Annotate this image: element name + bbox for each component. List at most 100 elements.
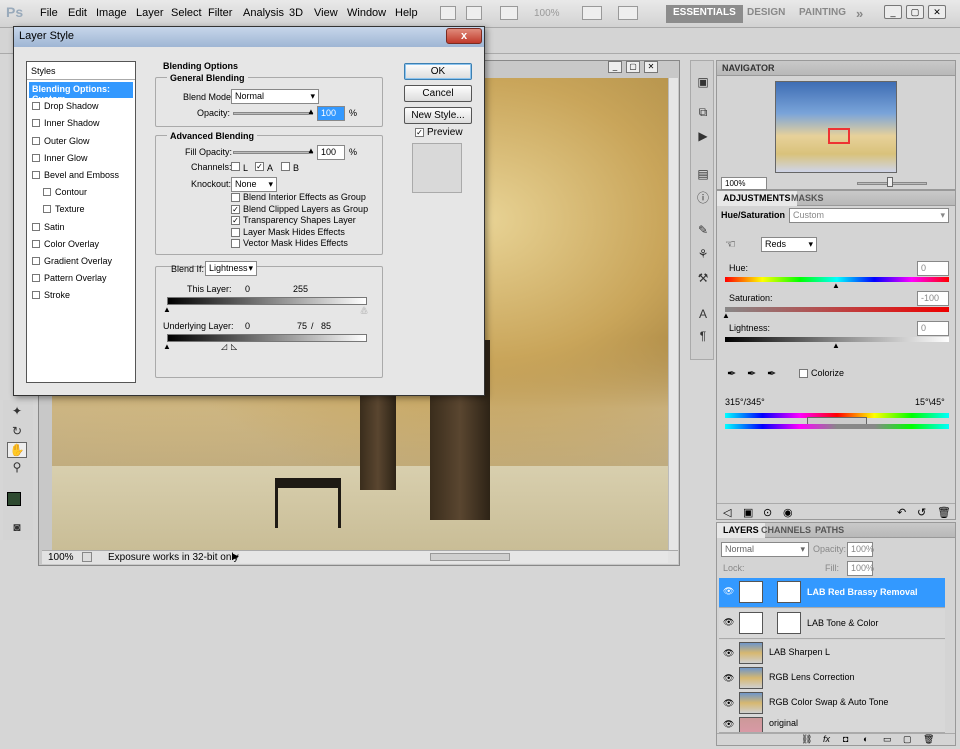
- paragraph-panel-icon[interactable]: ¶: [694, 329, 712, 347]
- eye-icon[interactable]: 👁: [723, 648, 734, 658]
- menu-3d[interactable]: 3D: [289, 7, 303, 19]
- hue-value-field[interactable]: 0: [917, 261, 949, 276]
- layer-mask-thumbnail[interactable]: [777, 612, 801, 634]
- style-checkbox[interactable]: [32, 119, 40, 128]
- status-zoom[interactable]: 100%: [48, 552, 74, 563]
- new-adjustment-icon[interactable]: ◐: [863, 734, 868, 744]
- layer-row[interactable]: 👁 RGB Color Swap & Auto Tone: [719, 690, 945, 716]
- fill-opacity-slider-thumb[interactable]: ▲: [307, 146, 315, 155]
- style-checkbox[interactable]: [43, 205, 51, 214]
- zoom-tool-icon[interactable]: ⚲: [7, 460, 27, 476]
- layer-row[interactable]: 👁 LAB Sharpen L: [719, 640, 945, 666]
- layer-row[interactable]: 👁 LAB Tone & Color: [719, 609, 945, 639]
- lightness-value-field[interactable]: 0: [917, 321, 949, 336]
- menu-filter[interactable]: Filter: [208, 7, 232, 19]
- eyedropper-icon[interactable]: ✒: [727, 367, 736, 380]
- vertical-scrollbar[interactable]: [668, 78, 678, 550]
- previous-state-icon[interactable]: ↶: [897, 506, 906, 519]
- new-layer-icon[interactable]: ▢: [903, 734, 912, 745]
- layer-row[interactable]: 👁 LAB Red Brassy Removal: [719, 578, 945, 608]
- eye-icon[interactable]: 👁: [723, 617, 734, 627]
- clip-icon[interactable]: ⊙: [763, 506, 772, 519]
- style-item[interactable]: Bevel and Emboss: [29, 168, 133, 184]
- extras-icon[interactable]: [500, 6, 518, 20]
- layer-style-icon[interactable]: fx: [823, 734, 830, 744]
- saturation-value-field[interactable]: -100: [917, 291, 949, 306]
- dialog-title[interactable]: Layer Style: [14, 27, 484, 47]
- add-mask-icon[interactable]: ◘: [843, 734, 848, 744]
- navigator-zoom-field[interactable]: 100%: [721, 177, 767, 190]
- style-checkbox[interactable]: [32, 222, 40, 231]
- expanded-view-icon[interactable]: ▣: [743, 506, 753, 519]
- quick-mask-icon[interactable]: ◙: [7, 520, 27, 536]
- style-item[interactable]: Texture: [29, 202, 133, 218]
- tab-paths[interactable]: PATHS: [809, 523, 850, 538]
- blend-if-select[interactable]: Lightness: [205, 261, 257, 276]
- saturation-slider-thumb[interactable]: ▲: [722, 311, 730, 320]
- style-checkbox[interactable]: [32, 153, 40, 162]
- navigator-tab[interactable]: NAVIGATOR: [717, 61, 955, 76]
- workspace-design[interactable]: DESIGN: [740, 5, 792, 23]
- doc-restore-icon[interactable]: ▢: [626, 61, 640, 73]
- tab-masks[interactable]: MASKS: [785, 191, 830, 206]
- this-layer-high-slider[interactable]: △: [361, 305, 367, 314]
- navigator-view-box[interactable]: [828, 128, 850, 144]
- style-checkbox[interactable]: [32, 171, 40, 179]
- arrange-documents-icon[interactable]: [582, 6, 602, 20]
- styles-header[interactable]: Styles: [27, 62, 135, 80]
- delete-layer-icon[interactable]: 🗑: [923, 734, 934, 745]
- new-style-button[interactable]: New Style...: [404, 107, 472, 124]
- cancel-button[interactable]: Cancel: [404, 85, 472, 102]
- opacity-field[interactable]: 100: [317, 106, 345, 121]
- minibridge-panel-icon[interactable]: ▣: [694, 75, 712, 93]
- blend-mode-select[interactable]: Normal: [231, 89, 319, 104]
- lightness-slider-thumb[interactable]: ▲: [832, 341, 840, 350]
- layer-name[interactable]: original: [769, 718, 798, 728]
- eyedropper-plus-icon[interactable]: ✒: [747, 367, 756, 380]
- brush-presets-icon[interactable]: ✎: [694, 223, 712, 241]
- workspace-essentials[interactable]: ESSENTIALS: [666, 5, 743, 23]
- this-layer-low-slider[interactable]: ▲: [163, 305, 171, 314]
- clone-source-icon[interactable]: ⚘: [694, 247, 712, 265]
- navigator-thumbnail[interactable]: [775, 81, 897, 173]
- preview-checkbox[interactable]: ✓: [415, 128, 424, 137]
- visibility-icon[interactable]: ◉: [783, 506, 793, 519]
- style-item[interactable]: Inner Glow: [29, 151, 133, 167]
- menu-image[interactable]: Image: [96, 7, 127, 19]
- adjustment-preset-select[interactable]: Custom: [789, 208, 949, 223]
- menu-layer[interactable]: Layer: [136, 7, 164, 19]
- ok-button[interactable]: OK: [404, 63, 472, 80]
- targeted-adjustment-icon[interactable]: ☜: [725, 237, 736, 251]
- doc-minimize-icon[interactable]: _: [608, 61, 622, 73]
- layer-row[interactable]: 👁 RGB Lens Correction: [719, 665, 945, 691]
- histogram-panel-icon[interactable]: ▤: [694, 167, 712, 185]
- style-checkbox[interactable]: [32, 291, 40, 300]
- screen-mode-icon[interactable]: [618, 6, 638, 20]
- workspace-painting[interactable]: PAINTING: [792, 5, 853, 23]
- layer-name[interactable]: LAB Sharpen L: [769, 647, 830, 657]
- style-item[interactable]: Pattern Overlay: [29, 271, 133, 287]
- style-item[interactable]: Blending Options: Custom: [29, 82, 133, 104]
- style-checkbox[interactable]: [32, 274, 40, 283]
- dialog-close-icon[interactable]: x: [446, 28, 482, 44]
- layer-mask-thumbnail[interactable]: [777, 581, 801, 603]
- minimize-icon[interactable]: _: [884, 5, 902, 19]
- style-item[interactable]: Contour: [29, 185, 133, 201]
- channel-select[interactable]: Reds: [761, 237, 817, 252]
- style-checkbox[interactable]: [32, 136, 40, 145]
- layer-name[interactable]: RGB Color Swap & Auto Tone: [769, 697, 888, 707]
- opacity-slider-thumb[interactable]: ▲: [307, 107, 315, 116]
- hue-slider-thumb[interactable]: ▲: [832, 281, 840, 290]
- layer-row[interactable]: 👁 original: [719, 715, 945, 733]
- minibridge-icon[interactable]: [466, 6, 482, 20]
- style-item[interactable]: Color Overlay: [29, 237, 133, 253]
- menu-help[interactable]: Help: [395, 7, 418, 19]
- underlying-split-slider-right[interactable]: ◺: [231, 342, 237, 351]
- style-item[interactable]: Outer Glow: [29, 134, 133, 150]
- horizontal-scrollbar[interactable]: [240, 551, 668, 563]
- opacity-slider[interactable]: [233, 112, 313, 115]
- navigator-zoom-thumb[interactable]: [887, 177, 893, 187]
- style-item[interactable]: Stroke: [29, 288, 133, 304]
- style-checkbox[interactable]: [32, 257, 40, 265]
- blending-option-checkbox[interactable]: [231, 193, 240, 202]
